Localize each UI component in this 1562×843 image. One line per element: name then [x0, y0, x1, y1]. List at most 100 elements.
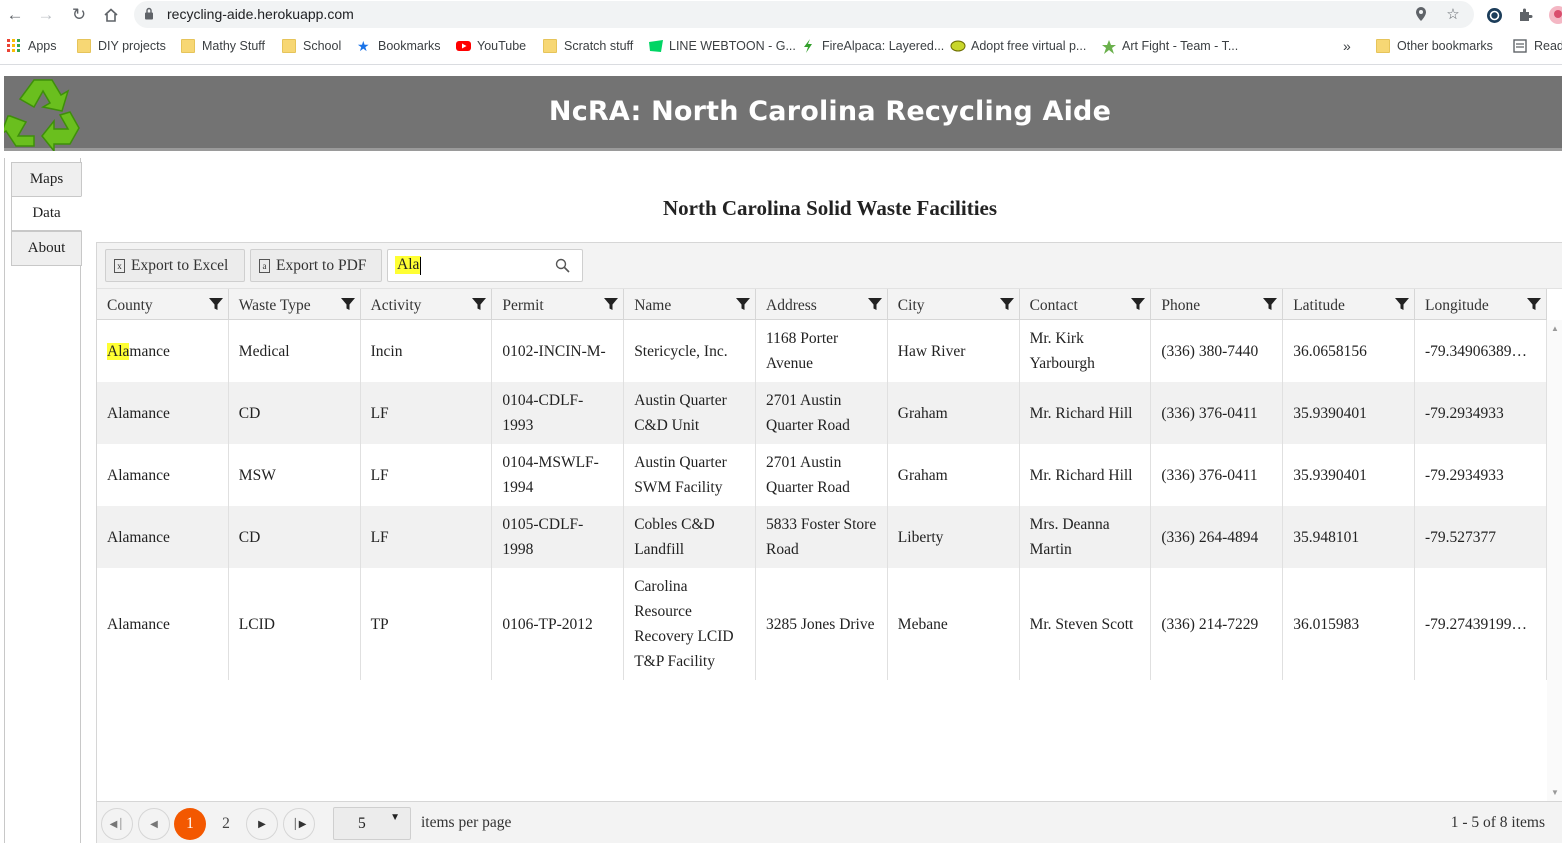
column-header-county[interactable]: County: [97, 289, 229, 320]
bookmark-reading-list[interactable]: Read: [1513, 38, 1562, 54]
cell-text: Alamance: [107, 528, 170, 546]
filter-icon[interactable]: [1130, 296, 1146, 312]
cell-text: (336) 376-0411: [1161, 466, 1258, 484]
column-header-city[interactable]: City: [888, 289, 1020, 320]
tab-maps[interactable]: Maps: [11, 162, 82, 197]
filter-icon[interactable]: [1394, 296, 1410, 312]
back-arrow-icon[interactable]: ←: [3, 3, 27, 27]
search-input[interactable]: Ala: [387, 249, 583, 282]
column-header-contact[interactable]: Contact: [1020, 289, 1152, 320]
bookmark-mathy-stuff[interactable]: Mathy Stuff: [181, 38, 265, 54]
page-1-button[interactable]: 1: [174, 808, 206, 840]
pager: ◀│ ◀ 1 2 ▶ │▶ 5 ▼ items per page 1 - 5 o…: [97, 801, 1562, 843]
search-highlight: Ala: [107, 342, 130, 360]
browser-nav-row: ← → ↻ recycling-aide.herokuapp.com ☆: [0, 0, 1562, 30]
bookmark-school[interactable]: School: [282, 38, 341, 54]
cell-text: Alamance: [107, 342, 170, 360]
bookmark-firealpaca[interactable]: FireAlpaca: Layered...: [801, 38, 944, 54]
address-bar[interactable]: recycling-aide.herokuapp.com ☆: [134, 1, 1474, 28]
location-pin-icon[interactable]: [1412, 5, 1430, 23]
table-row[interactable]: Alamance MSW LF 0104-MSWLF-1994 Austin Quart…: [97, 444, 1547, 506]
filter-icon[interactable]: [603, 296, 619, 312]
cell-longitude: -79.2934933: [1415, 444, 1547, 506]
cell-city: Liberty: [888, 506, 1020, 568]
table-row[interactable]: Alamance Medical Incin 0102-INCIN-M- Stericy…: [97, 320, 1547, 382]
cell-text: Mr. Richard Hill: [1029, 466, 1133, 484]
cell-text: MSW: [238, 466, 276, 484]
tab-about[interactable]: About: [11, 231, 82, 266]
cell-phone: (336) 376-0411: [1151, 444, 1284, 506]
extension-clock-icon[interactable]: [1484, 5, 1504, 25]
bookmark-art-fight[interactable]: Art Fight - Team - T...: [1101, 38, 1238, 54]
page-size-select[interactable]: 5 ▼: [333, 807, 411, 840]
bookmark-apps[interactable]: Apps: [7, 38, 57, 54]
cell-text: Mr. Kirk Yarbourgh: [1029, 330, 1095, 372]
bookmark-virtual-pet[interactable]: Adopt free virtual p...: [950, 38, 1086, 54]
bookmark-bookmarks[interactable]: ★ Bookmarks: [357, 38, 441, 54]
filter-icon[interactable]: [1526, 296, 1542, 312]
column-header-latitude[interactable]: Latitude: [1283, 289, 1415, 320]
bookmark-star-icon[interactable]: ☆: [1444, 5, 1462, 23]
column-header-label: Activity: [370, 297, 422, 314]
app-header: NcRA: North Carolina Recycling Aide: [4, 76, 1562, 151]
filter-icon[interactable]: [208, 296, 224, 312]
column-header-activity[interactable]: Activity: [361, 289, 493, 320]
cell-city: Haw River: [888, 320, 1020, 382]
cell-text: (336) 264-4894: [1161, 528, 1259, 546]
folder-icon: [1376, 39, 1390, 53]
filter-icon[interactable]: [471, 296, 487, 312]
bookmark-line-webtoon[interactable]: LINE WEBTOON - G...: [648, 38, 796, 54]
cell-name: Cobles C&D Landfill: [624, 506, 756, 568]
bookmark-scratch-stuff[interactable]: Scratch stuff: [543, 38, 633, 54]
last-page-icon[interactable]: │▶: [283, 808, 315, 840]
column-header-name[interactable]: Name: [624, 289, 756, 320]
cell-permit: 0105-CDLF-1998: [492, 506, 625, 568]
vertical-scrollbar[interactable]: ▲ ▼: [1547, 320, 1562, 801]
bookmarks-overflow-chevron-icon[interactable]: »: [1343, 38, 1351, 54]
table-row[interactable]: Alamance CD LF 0105-CDLF-1998 Cobles C&D Lan…: [97, 506, 1547, 568]
app-title: NcRA: North Carolina Recycling Aide: [548, 96, 1112, 127]
reload-icon[interactable]: ↻: [67, 3, 91, 27]
cell-text: Mr. Steven Scott: [1029, 615, 1134, 633]
page-2-button[interactable]: 2: [210, 808, 242, 840]
export-pdf-button[interactable]: a Export to PDF: [250, 249, 382, 282]
bookmark-diy-projects[interactable]: DIY projects: [77, 38, 166, 54]
next-page-icon[interactable]: ▶: [246, 808, 278, 840]
cell-text: Carolina Resource Recovery LCID T&P Faci…: [634, 578, 734, 670]
home-icon[interactable]: [99, 3, 123, 27]
search-icon[interactable]: [555, 258, 570, 273]
column-header-permit[interactable]: Permit: [492, 289, 625, 320]
previous-page-icon[interactable]: ◀: [138, 808, 170, 840]
column-header-label: Waste Type: [238, 297, 311, 314]
column-header-longitude[interactable]: Longitude: [1415, 289, 1547, 320]
bookmark-youtube[interactable]: YouTube: [456, 38, 526, 54]
cell-text: 0106-TP-2012: [502, 615, 593, 633]
filter-icon[interactable]: [340, 296, 356, 312]
export-excel-button[interactable]: x Export to Excel: [105, 249, 245, 282]
cell-address: 1168 Porter Avenue: [756, 320, 888, 382]
scroll-up-arrow-icon[interactable]: ▲: [1551, 324, 1559, 333]
table-row[interactable]: Alamance CD LF 0104-CDLF-1993 Austin Quarter…: [97, 382, 1547, 444]
cell-text: 3285 Jones Drive: [766, 615, 875, 633]
first-page-icon[interactable]: ◀│: [101, 808, 133, 840]
filter-icon[interactable]: [999, 296, 1015, 312]
forward-arrow-icon[interactable]: →: [34, 3, 58, 27]
filter-icon[interactable]: [735, 296, 751, 312]
scroll-down-arrow-icon[interactable]: ▼: [1551, 788, 1559, 797]
filter-icon[interactable]: [1262, 296, 1278, 312]
cell-text: -79.27439199…: [1425, 615, 1528, 633]
profile-avatar-icon[interactable]: [1546, 5, 1562, 25]
column-header-address[interactable]: Address: [756, 289, 888, 320]
filter-icon[interactable]: [867, 296, 883, 312]
extensions-puzzle-icon[interactable]: [1515, 5, 1535, 25]
tab-data[interactable]: Data: [11, 196, 82, 231]
column-header-waste-type[interactable]: Waste Type: [229, 289, 361, 320]
text-cursor: [420, 257, 421, 275]
webtoon-icon: [648, 39, 663, 53]
cell-text: Mebane: [897, 615, 948, 633]
bookmark-other-bookmarks[interactable]: Other bookmarks: [1376, 38, 1493, 54]
cell-county: Alamance: [97, 382, 229, 444]
table-row[interactable]: Alamance LCID TP 0106-TP-2012 Carolina Resou…: [97, 568, 1547, 680]
column-header-phone[interactable]: Phone: [1151, 289, 1284, 320]
column-header-label: Phone: [1161, 297, 1201, 314]
